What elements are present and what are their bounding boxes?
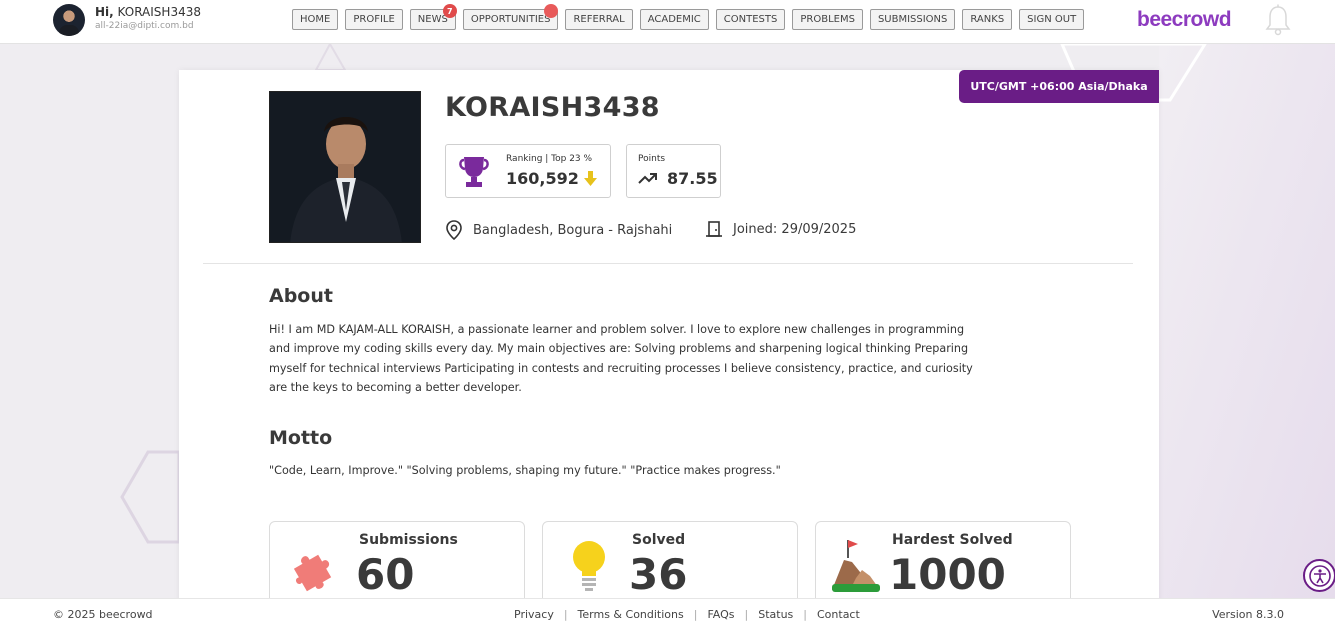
footer-separator: |	[693, 608, 698, 621]
notification-dot	[544, 4, 559, 18]
footer-link-faqs[interactable]: FAQs	[707, 608, 734, 621]
main-nav: HOME PROFILE NEWS 7 OPPORTUNITIES REFERR…	[292, 4, 1085, 30]
footer-link-status[interactable]: Status	[758, 608, 793, 621]
news-count-badge: 7	[442, 4, 457, 18]
profile-username: KORAISH3438	[445, 92, 660, 123]
nav-referral-label: REFERRAL	[573, 14, 625, 25]
points-label: Points	[638, 154, 666, 164]
location-text: Bangladesh, Bogura - Rajshahi	[473, 222, 673, 238]
footer-separator: |	[744, 608, 749, 621]
nav-academic-button[interactable]: ACADEMIC	[639, 9, 709, 30]
nav-problems-button[interactable]: PROBLEMS	[792, 9, 863, 30]
footer-separator: |	[803, 608, 807, 621]
door-icon	[706, 221, 722, 237]
nav-problems-label: PROBLEMS	[800, 14, 855, 25]
nav-ranks-label: RANKS	[970, 14, 1005, 25]
profile-photo	[269, 91, 421, 243]
submissions-label: Submissions	[359, 532, 458, 548]
footer-links: Privacy | Terms & Conditions | FAQs | St…	[514, 608, 860, 621]
nav-opportunities-button[interactable]: OPPORTUNITIES	[462, 4, 559, 30]
footer-separator: |	[563, 608, 568, 621]
nav-referral-button[interactable]: REFERRAL	[565, 9, 633, 30]
nav-news-button[interactable]: NEWS 7	[409, 4, 457, 30]
arrow-down-icon	[584, 171, 597, 186]
nav-home-label: HOME	[300, 14, 331, 25]
nav-signout-button[interactable]: SIGN OUT	[1019, 9, 1085, 30]
nav-home-button[interactable]: HOME	[292, 9, 339, 30]
bell-icon[interactable]	[1265, 4, 1291, 36]
accessibility-icon	[1308, 564, 1331, 587]
footer-link-contact[interactable]: Contact	[817, 608, 860, 621]
greeting: Hi, KORAISH3438	[95, 5, 201, 19]
joined-date-value: 29/09/2025	[781, 221, 857, 237]
nav-profile-button[interactable]: PROFILE	[345, 9, 403, 30]
greeting-prefix: Hi,	[95, 5, 114, 19]
motto-title: Motto	[269, 427, 333, 449]
ranking-label: Ranking | Top 23 %	[506, 154, 593, 164]
hardest-solved-value: 1000	[889, 550, 1006, 599]
lightbulb-icon	[573, 541, 605, 591]
location-pin-icon	[446, 220, 462, 240]
copyright: © 2025 beecrowd	[53, 608, 153, 621]
greeting-username: KORAISH3438	[117, 5, 201, 19]
nav-ranks-button[interactable]: RANKS	[962, 9, 1013, 30]
footer-link-privacy[interactable]: Privacy	[514, 608, 554, 621]
nav-submissions-label: SUBMISSIONS	[877, 14, 948, 25]
mountain-flag-icon	[832, 540, 880, 592]
nav-submissions-button[interactable]: SUBMISSIONS	[869, 9, 956, 30]
divider	[203, 263, 1133, 264]
puzzle-icon	[293, 554, 332, 592]
nav-profile-label: PROFILE	[353, 14, 395, 25]
nav-news-label: NEWS	[417, 14, 448, 25]
about-title: About	[269, 285, 333, 307]
motto-text: "Code, Learn, Improve." "Solving problem…	[269, 464, 781, 477]
accessibility-button[interactable]	[1303, 559, 1335, 592]
solved-value: 36	[629, 550, 688, 599]
trophy-icon	[459, 157, 489, 187]
ranking-value: 160,592	[506, 169, 579, 188]
footer: © 2025 beecrowd Privacy | Terms & Condit…	[0, 598, 1335, 628]
hardest-solved-label: Hardest Solved	[892, 532, 1013, 548]
profile-card: UTC/GMT +06:00 Asia/Dhaka KORAISH3438 Ra…	[179, 70, 1159, 628]
top-navigation-bar: Hi, KORAISH3438 all-22ia@dipti.com.bd HO…	[0, 0, 1335, 44]
ranking-box: Ranking | Top 23 % 160,592	[445, 144, 611, 198]
brand-logo[interactable]: beecrowd	[1137, 8, 1232, 32]
about-text: Hi! I am MD KAJAM-ALL KORAISH, a passion…	[269, 323, 973, 394]
footer-link-terms[interactable]: Terms & Conditions	[578, 608, 684, 621]
joined-date: Joined: 29/09/2025	[705, 220, 856, 238]
nav-academic-label: ACADEMIC	[647, 14, 701, 25]
version: Version 8.3.0	[1212, 608, 1284, 621]
submissions-value: 60	[356, 550, 415, 599]
nav-signout-label: SIGN OUT	[1027, 14, 1077, 25]
nav-contests-button[interactable]: CONTESTS	[715, 9, 786, 30]
avatar[interactable]	[53, 4, 85, 36]
timezone-badge: UTC/GMT +06:00 Asia/Dhaka	[959, 70, 1159, 103]
trending-up-icon	[638, 173, 657, 184]
joined-label: Joined:	[733, 221, 778, 237]
points-value: 87.55	[667, 169, 718, 188]
points-box: Points 87.55	[626, 144, 721, 198]
location: Bangladesh, Bogura - Rajshahi	[445, 220, 672, 240]
user-email: all-22ia@dipti.com.bd	[95, 21, 194, 31]
solved-label: Solved	[632, 532, 686, 548]
nav-contests-label: CONTESTS	[723, 14, 778, 25]
nav-opportunities-label: OPPORTUNITIES	[470, 14, 551, 25]
